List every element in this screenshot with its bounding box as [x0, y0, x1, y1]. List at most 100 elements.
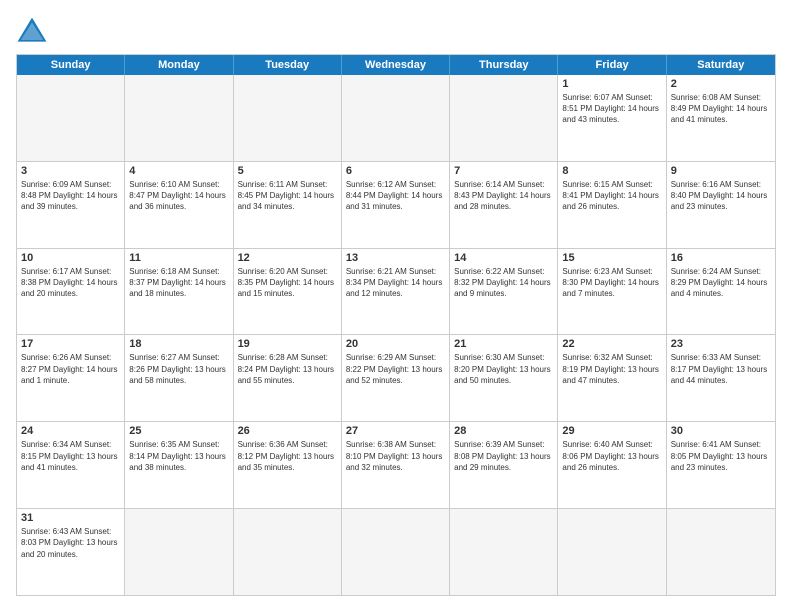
day-number: 13	[346, 252, 445, 264]
calendar-cell: 10 Sunrise: 6:17 AM Sunset: 8:38 PM Dayli…	[17, 249, 125, 335]
calendar-cell: 20 Sunrise: 6:29 AM Sunset: 8:22 PM Dayli…	[342, 335, 450, 421]
header-day-sunday: Sunday	[17, 55, 125, 75]
day-number: 4	[129, 165, 228, 177]
header-day-friday: Friday	[558, 55, 666, 75]
day-number: 1	[562, 78, 661, 90]
calendar-cell: 11 Sunrise: 6:18 AM Sunset: 8:37 PM Dayli…	[125, 249, 233, 335]
day-info: Sunrise: 6:10 AM Sunset: 8:47 PM Dayligh…	[129, 179, 228, 213]
day-number: 30	[671, 425, 771, 437]
calendar-cell: 8Sunrise: 6:15 AM Sunset: 8:41 PM Daylig…	[558, 162, 666, 248]
day-info: Sunrise: 6:35 AM Sunset: 8:14 PM Dayligh…	[129, 439, 228, 473]
calendar-week-3: 10 Sunrise: 6:17 AM Sunset: 8:38 PM Dayli…	[17, 248, 775, 335]
day-info: Sunrise: 6:39 AM Sunset: 8:08 PM Dayligh…	[454, 439, 553, 473]
calendar-cell: 3 Sunrise: 6:09 AM Sunset: 8:48 PM Daylig…	[17, 162, 125, 248]
day-info: Sunrise: 6:33 AM Sunset: 8:17 PM Dayligh…	[671, 352, 771, 386]
calendar-cell	[125, 509, 233, 595]
day-info: Sunrise: 6:38 AM Sunset: 8:10 PM Dayligh…	[346, 439, 445, 473]
calendar-cell: 29Sunrise: 6:40 AM Sunset: 8:06 PM Dayli…	[558, 422, 666, 508]
calendar-week-1: 1 Sunrise: 6:07 AM Sunset: 8:51 PM Daylig…	[17, 75, 775, 161]
day-number: 22	[562, 338, 661, 350]
calendar-cell	[342, 75, 450, 161]
calendar-cell: 27 Sunrise: 6:38 AM Sunset: 8:10 PM Dayli…	[342, 422, 450, 508]
calendar-cell: 18Sunrise: 6:27 AM Sunset: 8:26 PM Dayli…	[125, 335, 233, 421]
day-number: 10	[21, 252, 120, 264]
logo-icon	[16, 16, 48, 44]
calendar-week-4: 17 Sunrise: 6:26 AM Sunset: 8:27 PM Dayli…	[17, 334, 775, 421]
day-number: 24	[21, 425, 120, 437]
day-number: 3	[21, 165, 120, 177]
day-number: 23	[671, 338, 771, 350]
day-info: Sunrise: 6:07 AM Sunset: 8:51 PM Dayligh…	[562, 92, 661, 126]
calendar-cell: 26 Sunrise: 6:36 AM Sunset: 8:12 PM Dayli…	[234, 422, 342, 508]
header-day-saturday: Saturday	[667, 55, 775, 75]
calendar-week-6: 31 Sunrise: 6:43 AM Sunset: 8:03 PM Dayli…	[17, 508, 775, 595]
calendar-cell: 13 Sunrise: 6:21 AM Sunset: 8:34 PM Dayli…	[342, 249, 450, 335]
calendar-cell	[450, 509, 558, 595]
calendar-cell: 30Sunrise: 6:41 AM Sunset: 8:05 PM Dayli…	[667, 422, 775, 508]
day-number: 14	[454, 252, 553, 264]
calendar-cell: 14 Sunrise: 6:22 AM Sunset: 8:32 PM Dayli…	[450, 249, 558, 335]
day-info: Sunrise: 6:12 AM Sunset: 8:44 PM Dayligh…	[346, 179, 445, 213]
day-number: 11	[129, 252, 228, 264]
day-info: Sunrise: 6:20 AM Sunset: 8:35 PM Dayligh…	[238, 266, 337, 300]
calendar-cell	[450, 75, 558, 161]
day-info: Sunrise: 6:28 AM Sunset: 8:24 PM Dayligh…	[238, 352, 337, 386]
calendar-cell: 5 Sunrise: 6:11 AM Sunset: 8:45 PM Daylig…	[234, 162, 342, 248]
day-number: 16	[671, 252, 771, 264]
day-info: Sunrise: 6:23 AM Sunset: 8:30 PM Dayligh…	[562, 266, 661, 300]
logo	[16, 16, 52, 44]
day-info: Sunrise: 6:08 AM Sunset: 8:49 PM Dayligh…	[671, 92, 771, 126]
calendar-cell: 2 Sunrise: 6:08 AM Sunset: 8:49 PM Daylig…	[667, 75, 775, 161]
day-number: 31	[21, 512, 120, 524]
day-info: Sunrise: 6:29 AM Sunset: 8:22 PM Dayligh…	[346, 352, 445, 386]
day-info: Sunrise: 6:09 AM Sunset: 8:48 PM Dayligh…	[21, 179, 120, 213]
day-info: Sunrise: 6:26 AM Sunset: 8:27 PM Dayligh…	[21, 352, 120, 386]
calendar-week-2: 3 Sunrise: 6:09 AM Sunset: 8:48 PM Daylig…	[17, 161, 775, 248]
calendar-cell: 23 Sunrise: 6:33 AM Sunset: 8:17 PM Dayli…	[667, 335, 775, 421]
day-info: Sunrise: 6:36 AM Sunset: 8:12 PM Dayligh…	[238, 439, 337, 473]
calendar-cell: 7Sunrise: 6:14 AM Sunset: 8:43 PM Daylig…	[450, 162, 558, 248]
day-info: Sunrise: 6:18 AM Sunset: 8:37 PM Dayligh…	[129, 266, 228, 300]
day-info: Sunrise: 6:24 AM Sunset: 8:29 PM Dayligh…	[671, 266, 771, 300]
calendar-cell: 15 Sunrise: 6:23 AM Sunset: 8:30 PM Dayli…	[558, 249, 666, 335]
calendar-cell: 6Sunrise: 6:12 AM Sunset: 8:44 PM Daylig…	[342, 162, 450, 248]
calendar-cell: 24Sunrise: 6:34 AM Sunset: 8:15 PM Dayli…	[17, 422, 125, 508]
calendar-cell: 19 Sunrise: 6:28 AM Sunset: 8:24 PM Dayli…	[234, 335, 342, 421]
day-info: Sunrise: 6:16 AM Sunset: 8:40 PM Dayligh…	[671, 179, 771, 213]
page: SundayMondayTuesdayWednesdayThursdayFrid…	[0, 0, 792, 612]
day-number: 7	[454, 165, 553, 177]
day-number: 19	[238, 338, 337, 350]
day-info: Sunrise: 6:43 AM Sunset: 8:03 PM Dayligh…	[21, 526, 120, 560]
calendar-cell	[17, 75, 125, 161]
day-number: 5	[238, 165, 337, 177]
day-info: Sunrise: 6:15 AM Sunset: 8:41 PM Dayligh…	[562, 179, 661, 213]
calendar-cell: 25Sunrise: 6:35 AM Sunset: 8:14 PM Dayli…	[125, 422, 233, 508]
calendar-cell: 17 Sunrise: 6:26 AM Sunset: 8:27 PM Dayli…	[17, 335, 125, 421]
day-number: 26	[238, 425, 337, 437]
day-number: 15	[562, 252, 661, 264]
header-day-tuesday: Tuesday	[234, 55, 342, 75]
calendar-cell: 16 Sunrise: 6:24 AM Sunset: 8:29 PM Dayli…	[667, 249, 775, 335]
day-info: Sunrise: 6:21 AM Sunset: 8:34 PM Dayligh…	[346, 266, 445, 300]
day-info: Sunrise: 6:11 AM Sunset: 8:45 PM Dayligh…	[238, 179, 337, 213]
calendar-cell: 22 Sunrise: 6:32 AM Sunset: 8:19 PM Dayli…	[558, 335, 666, 421]
day-number: 20	[346, 338, 445, 350]
calendar-week-5: 24Sunrise: 6:34 AM Sunset: 8:15 PM Dayli…	[17, 421, 775, 508]
day-number: 17	[21, 338, 120, 350]
calendar-header-row: SundayMondayTuesdayWednesdayThursdayFrid…	[17, 55, 775, 75]
day-number: 18	[129, 338, 228, 350]
day-info: Sunrise: 6:32 AM Sunset: 8:19 PM Dayligh…	[562, 352, 661, 386]
day-number: 2	[671, 78, 771, 90]
header-day-wednesday: Wednesday	[342, 55, 450, 75]
calendar-cell: 31 Sunrise: 6:43 AM Sunset: 8:03 PM Dayli…	[17, 509, 125, 595]
day-number: 29	[562, 425, 661, 437]
calendar-cell	[234, 509, 342, 595]
day-number: 12	[238, 252, 337, 264]
header	[16, 16, 776, 44]
day-info: Sunrise: 6:22 AM Sunset: 8:32 PM Dayligh…	[454, 266, 553, 300]
day-info: Sunrise: 6:17 AM Sunset: 8:38 PM Dayligh…	[21, 266, 120, 300]
calendar-cell	[125, 75, 233, 161]
calendar: SundayMondayTuesdayWednesdayThursdayFrid…	[16, 54, 776, 596]
calendar-cell: 21Sunrise: 6:30 AM Sunset: 8:20 PM Dayli…	[450, 335, 558, 421]
day-number: 27	[346, 425, 445, 437]
